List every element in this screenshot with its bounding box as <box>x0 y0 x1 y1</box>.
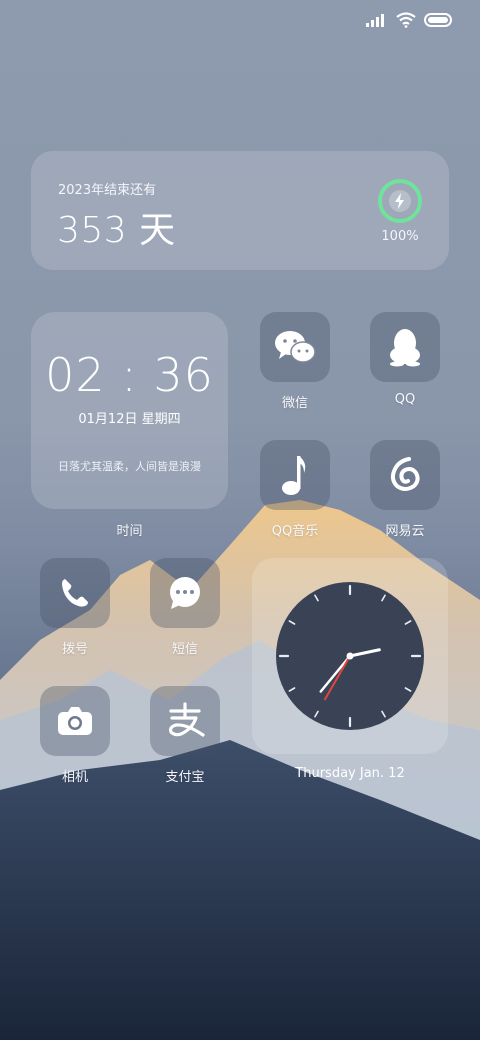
digital-time: 02 : 36 <box>45 348 214 402</box>
message-bubble-icon <box>170 577 200 609</box>
year-countdown-widget[interactable]: 2023年结束还有 353 天 100% <box>31 151 449 270</box>
battery-percent: 100% <box>381 229 419 244</box>
bolt-icon <box>389 190 411 212</box>
phone-icon <box>62 579 88 607</box>
analog-clock-widget[interactable] <box>252 558 448 754</box>
wifi-icon <box>396 12 416 28</box>
time-widget-label: 时间 <box>116 524 143 539</box>
app-qq[interactable] <box>370 312 440 382</box>
app-label-wechat: 微信 <box>281 396 308 411</box>
music-note-icon <box>282 456 306 495</box>
app-label-camera: 相机 <box>61 770 88 785</box>
app-alipay[interactable] <box>150 686 220 756</box>
app-label-dialer: 拨号 <box>61 642 88 657</box>
app-label-qqmusic: QQ音乐 <box>271 524 319 539</box>
quote-text: 日落尤其温柔，人间皆是浪漫 <box>58 460 201 473</box>
app-netease[interactable] <box>370 440 440 510</box>
app-dialer[interactable] <box>40 558 110 628</box>
status-bar <box>366 12 452 28</box>
time-widget[interactable]: 02 : 36 01月12日 星期四 日落尤其温柔，人间皆是浪漫 <box>31 312 228 509</box>
app-label-netease: 网易云 <box>385 524 425 539</box>
app-wechat[interactable] <box>260 312 330 382</box>
app-label-qq: QQ <box>394 392 416 407</box>
clock-center-dot <box>346 652 354 660</box>
analog-clock-face <box>276 582 424 730</box>
app-label-alipay: 支付宝 <box>165 770 205 785</box>
netease-music-icon <box>390 457 420 491</box>
app-qqmusic[interactable] <box>260 440 330 510</box>
app-label-sms: 短信 <box>171 642 198 657</box>
battery-ring <box>378 179 422 223</box>
countdown-label: 2023年结束还有 <box>58 183 157 198</box>
qq-penguin-icon <box>390 329 420 367</box>
battery-indicator: 100% <box>377 179 423 244</box>
app-sms[interactable] <box>150 558 220 628</box>
signal-icon <box>366 14 384 27</box>
alipay-icon <box>168 702 205 737</box>
wechat-icon <box>275 331 316 363</box>
countdown-days: 353 天 <box>57 210 176 251</box>
analog-clock-date: Thursday Jan. 12 <box>295 766 405 781</box>
date-text: 01月12日 星期四 <box>78 412 181 427</box>
app-camera[interactable] <box>40 686 110 756</box>
battery-icon <box>424 13 452 27</box>
camera-icon <box>58 707 92 735</box>
